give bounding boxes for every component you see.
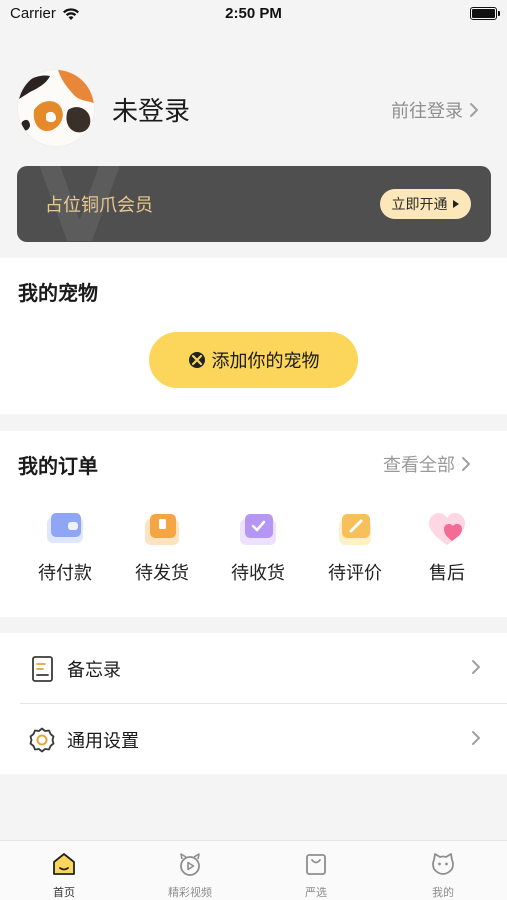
member-banner[interactable]: V 占位铜爪会员 立即开通 [17,166,491,242]
cat-avatar-image [18,70,94,146]
member-label: 占位铜爪会员 [45,195,153,216]
my-orders-section: 我的订单 查看全部 待付款 待发货 待收货 待评价 售后 [0,431,507,617]
status-time: 2:50 PM [225,5,282,22]
login-link-label: 前往登录 [391,101,463,122]
package-icon [141,509,183,549]
wallet-icon [44,509,86,549]
see-all-orders-link[interactable]: 查看全部 [383,451,471,477]
tab-home-label: 首页 [53,886,75,899]
home-icon [53,853,75,875]
login-link[interactable]: 前往登录 [391,97,479,123]
heart-icon [426,509,468,549]
order-pending-review-label: 待评价 [328,563,382,584]
tab-mine-label: 我的 [432,886,454,899]
memo-label: 备忘录 [67,660,121,681]
order-after-sales-label: 售后 [429,563,465,584]
chevron-right-icon [472,731,480,745]
profile-header: 未登录 前往登录 [0,60,507,160]
my-orders-title: 我的订单 [18,454,98,478]
activate-membership-button[interactable]: 立即开通 [380,189,471,219]
tab-selection[interactable]: 严选 [266,851,366,900]
order-pending-receipt-label: 待收货 [231,563,285,584]
shopping-bag-icon [306,854,326,875]
menu-item-general-settings[interactable]: 通用设置 [0,704,507,774]
username-label: 未登录 [112,97,191,127]
menu-item-memo[interactable]: 备忘录 [0,633,507,704]
order-pending-shipment-label: 待发货 [135,563,189,584]
see-all-label: 查看全部 [383,455,455,476]
chevron-right-icon [472,660,480,674]
settings-menu: 备忘录 通用设置 [0,633,507,774]
notebook-icon [32,656,53,682]
my-pets-title: 我的宠物 [18,281,98,305]
add-pet-button[interactable]: 添加你的宠物 [149,332,358,388]
tab-selection-label: 严选 [305,886,327,899]
settings-gear-icon [29,727,55,753]
tab-mine[interactable]: 我的 [393,851,493,900]
avatar[interactable] [17,69,95,147]
video-icon [180,853,200,876]
tab-videos[interactable]: 精彩视频 [140,851,240,900]
battery-icon [470,7,500,20]
play-triangle-icon [452,200,459,208]
order-pending-payment-label: 待付款 [38,563,92,584]
chevron-right-icon [462,457,470,471]
bottom-tab-bar: 首页 精彩视频 严选 我的 [0,840,507,900]
tab-home[interactable]: 首页 [14,851,114,900]
status-bar: Carrier 2:50 PM [0,0,507,30]
order-pending-receipt[interactable]: 待收货 [218,509,298,585]
order-pending-payment[interactable]: 待付款 [25,509,105,585]
general-settings-label: 通用设置 [67,731,139,752]
order-after-sales[interactable]: 售后 [407,509,487,585]
cat-face-icon [432,853,454,875]
chevron-right-icon [470,103,478,117]
order-pending-review[interactable]: 待评价 [315,509,395,585]
tab-videos-label: 精彩视频 [168,886,212,899]
order-pending-shipment[interactable]: 待发货 [122,509,202,585]
box-check-icon [237,509,279,549]
review-icon [334,509,376,549]
my-pets-section: 我的宠物 添加你的宠物 [0,258,507,414]
add-pet-label: 添加你的宠物 [211,351,320,372]
paw-badge-icon [188,352,205,368]
activate-membership-label: 立即开通 [391,197,448,213]
